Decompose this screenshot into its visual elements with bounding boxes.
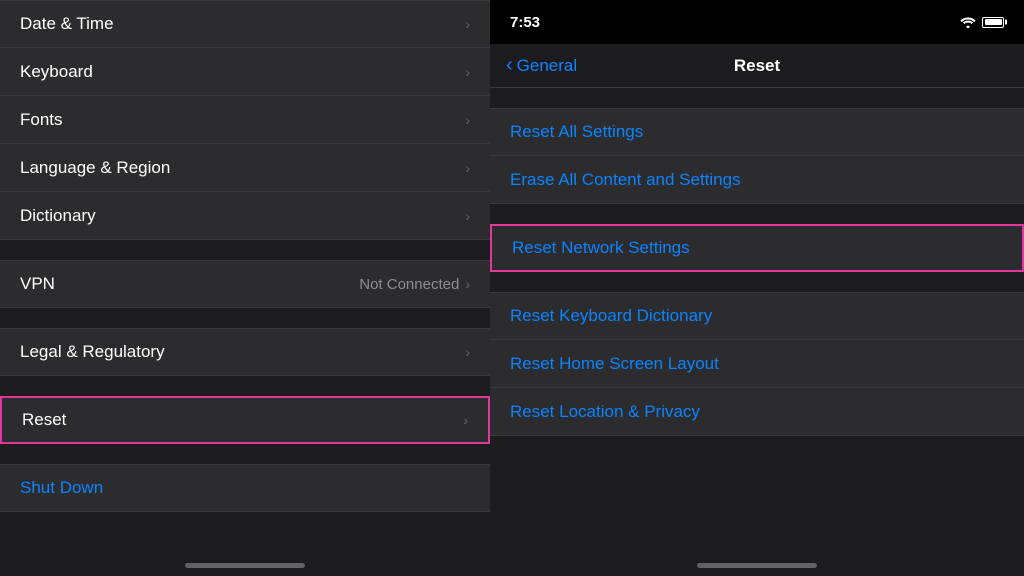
settings-item-date-time[interactable]: Date & Time › bbox=[0, 0, 490, 48]
chevron-icon: › bbox=[465, 344, 470, 360]
settings-item-shutdown[interactable]: Shut Down bbox=[0, 464, 490, 512]
home-bar bbox=[185, 563, 305, 568]
settings-item-label: Legal & Regulatory bbox=[20, 342, 165, 362]
settings-group-1: Date & Time › Keyboard › Fonts › Languag… bbox=[0, 0, 490, 240]
settings-item-label: Dictionary bbox=[20, 206, 96, 226]
shutdown-label: Shut Down bbox=[20, 478, 103, 498]
home-indicator-right bbox=[490, 542, 1024, 576]
chevron-icon: › bbox=[465, 16, 470, 32]
status-bar: 7:53 ✈ bbox=[490, 0, 1024, 44]
reset-item-label: Reset Keyboard Dictionary bbox=[510, 306, 712, 326]
status-time: 7:53 bbox=[510, 14, 540, 31]
chevron-icon: › bbox=[463, 412, 468, 428]
reset-item-home-screen[interactable]: Reset Home Screen Layout bbox=[490, 340, 1024, 388]
settings-item-label: Reset bbox=[22, 410, 66, 430]
settings-item-reset[interactable]: Reset › bbox=[0, 396, 490, 444]
nav-back-label: General bbox=[517, 56, 577, 76]
left-panel: Date & Time › Keyboard › Fonts › Languag… bbox=[0, 0, 490, 576]
chevron-icon: › bbox=[465, 160, 470, 176]
settings-item-language-region[interactable]: Language & Region › bbox=[0, 144, 490, 192]
reset-item-location-privacy[interactable]: Reset Location & Privacy bbox=[490, 388, 1024, 436]
battery-icon bbox=[982, 17, 1004, 28]
settings-item-vpn[interactable]: VPN Not Connected › bbox=[0, 260, 490, 308]
status-icons: ✈ bbox=[943, 14, 1004, 30]
battery-body bbox=[982, 17, 1004, 28]
settings-item-fonts[interactable]: Fonts › bbox=[0, 96, 490, 144]
settings-group-2: VPN Not Connected › bbox=[0, 260, 490, 308]
chevron-icon: › bbox=[465, 208, 470, 224]
settings-item-label: Fonts bbox=[20, 110, 63, 130]
nav-title: Reset bbox=[734, 56, 780, 76]
reset-group-1: Reset All Settings Erase All Content and… bbox=[490, 108, 1024, 204]
home-indicator bbox=[0, 542, 490, 576]
group-separator-3 bbox=[0, 376, 490, 396]
settings-group-4: Reset › bbox=[0, 396, 490, 444]
group-separator-1 bbox=[0, 240, 490, 260]
group-separator-4 bbox=[0, 444, 490, 464]
settings-group-shutdown: Shut Down bbox=[0, 464, 490, 512]
battery-fill bbox=[985, 19, 1002, 25]
right-panel: 7:53 ✈ ‹ General Reset bbox=[490, 0, 1024, 576]
settings-item-label: VPN bbox=[20, 274, 55, 294]
reset-item-all-settings[interactable]: Reset All Settings bbox=[490, 108, 1024, 156]
back-chevron-icon: ‹ bbox=[506, 55, 513, 75]
reset-item-label: Reset Location & Privacy bbox=[510, 402, 700, 422]
reset-group-3: Reset Keyboard Dictionary Reset Home Scr… bbox=[490, 292, 1024, 436]
settings-item-label: Language & Region bbox=[20, 158, 170, 178]
reset-item-label: Reset All Settings bbox=[510, 122, 643, 142]
reset-item-keyboard-dict[interactable]: Reset Keyboard Dictionary bbox=[490, 292, 1024, 340]
airplane-icon: ✈ bbox=[943, 14, 954, 30]
group-separator-2 bbox=[0, 308, 490, 328]
reset-item-label: Erase All Content and Settings bbox=[510, 170, 741, 190]
chevron-icon: › bbox=[465, 276, 470, 292]
reset-item-erase-all[interactable]: Erase All Content and Settings bbox=[490, 156, 1024, 204]
reset-list: Reset All Settings Erase All Content and… bbox=[490, 88, 1024, 542]
settings-item-legal[interactable]: Legal & Regulatory › bbox=[0, 328, 490, 376]
settings-item-label: Date & Time bbox=[20, 14, 114, 34]
settings-item-dictionary[interactable]: Dictionary › bbox=[0, 192, 490, 240]
reset-item-label: Reset Home Screen Layout bbox=[510, 354, 719, 374]
settings-item-value: Not Connected bbox=[359, 276, 459, 293]
wifi-icon bbox=[960, 16, 976, 28]
reset-item-label: Reset Network Settings bbox=[512, 238, 690, 258]
nav-bar: ‹ General Reset bbox=[490, 44, 1024, 88]
settings-list: Date & Time › Keyboard › Fonts › Languag… bbox=[0, 0, 490, 542]
chevron-icon: › bbox=[465, 112, 470, 128]
reset-group-2: Reset Network Settings bbox=[490, 224, 1024, 272]
settings-group-3: Legal & Regulatory › bbox=[0, 328, 490, 376]
settings-item-keyboard[interactable]: Keyboard › bbox=[0, 48, 490, 96]
nav-back-button[interactable]: ‹ General bbox=[506, 56, 577, 76]
chevron-icon: › bbox=[465, 64, 470, 80]
reset-item-network-settings[interactable]: Reset Network Settings bbox=[490, 224, 1024, 272]
settings-item-label: Keyboard bbox=[20, 62, 93, 82]
home-bar-right bbox=[697, 563, 817, 568]
